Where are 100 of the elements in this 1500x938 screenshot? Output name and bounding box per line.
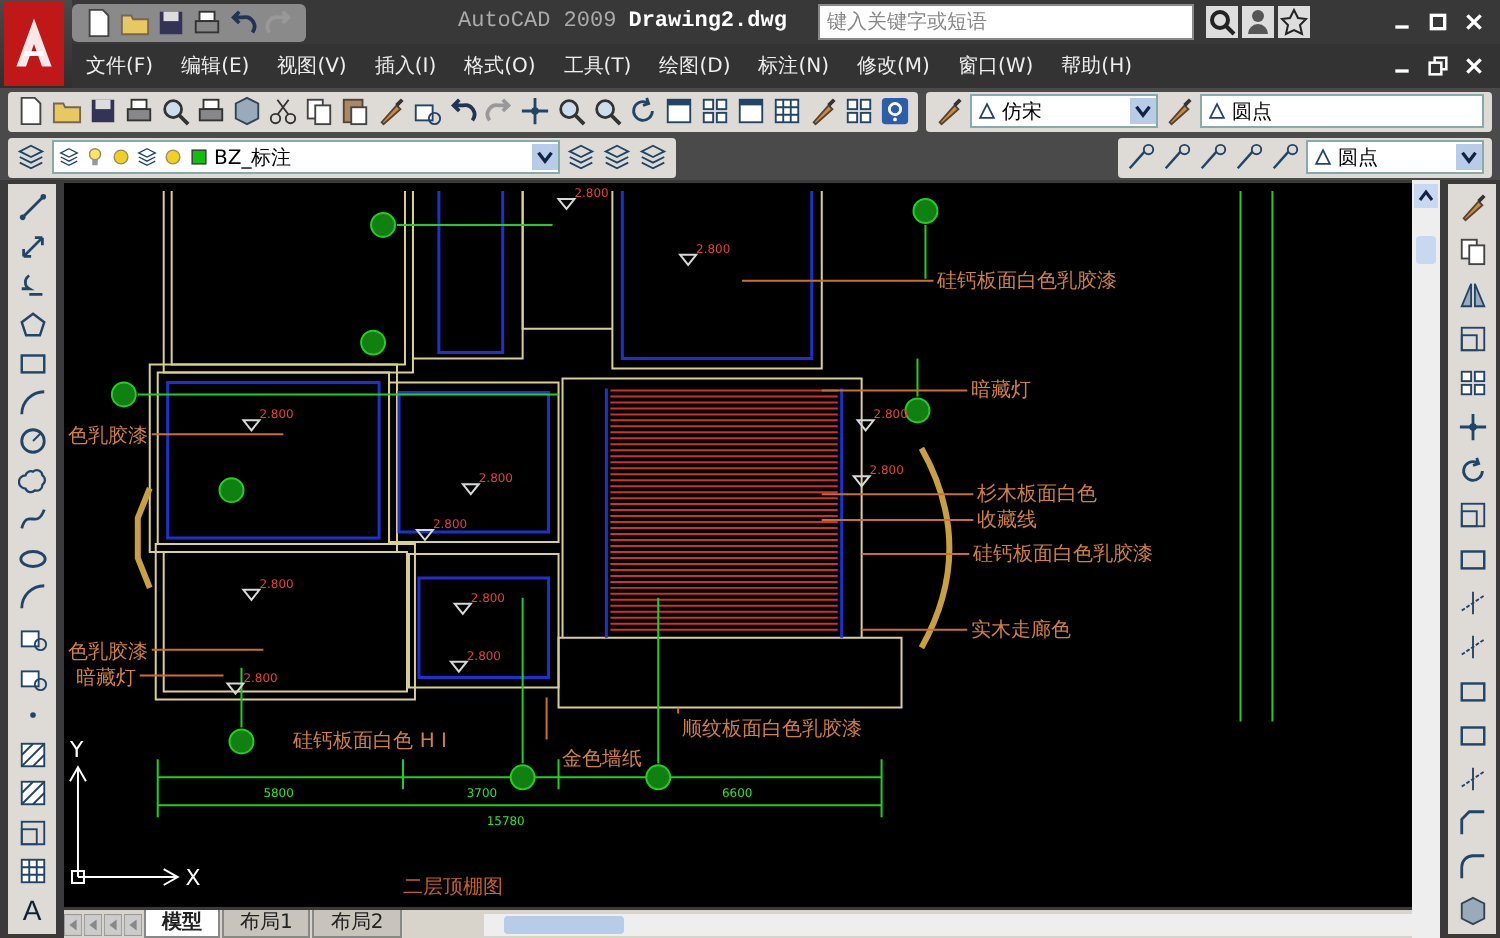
star-icon[interactable] — [1278, 6, 1311, 38]
scrollbar-thumb[interactable] — [1416, 236, 1436, 264]
scale-icon[interactable] — [17, 817, 47, 848]
mirror-icon[interactable] — [1457, 280, 1487, 310]
leader-icon[interactable] — [1198, 142, 1228, 172]
grid-icon[interactable] — [844, 96, 874, 126]
copy-icon[interactable] — [304, 96, 334, 126]
page-icon[interactable] — [84, 7, 114, 37]
menu-item[interactable]: 视图(V) — [263, 52, 361, 80]
leader-icon[interactable] — [1126, 142, 1156, 172]
copy-icon[interactable] — [1457, 236, 1487, 266]
rectangle-icon[interactable] — [1457, 676, 1487, 706]
scale-icon[interactable] — [1457, 500, 1487, 530]
horizontal-scrollbar[interactable] — [483, 913, 1412, 935]
layout-tab[interactable]: 模型 — [144, 910, 220, 938]
restore-icon[interactable] — [1428, 56, 1448, 76]
menu-item[interactable]: 标注(N) — [744, 52, 844, 80]
layout-tab[interactable]: 布局1 — [222, 910, 311, 938]
menu-item[interactable]: 窗口(W) — [943, 52, 1048, 80]
scale-icon[interactable] — [1457, 324, 1487, 354]
cube-icon[interactable] — [1457, 896, 1487, 926]
layers-icon[interactable] — [16, 142, 46, 172]
leader-icon[interactable] — [1234, 142, 1264, 172]
layout-tab[interactable]: 布局2 — [312, 910, 402, 938]
magnifier-icon[interactable] — [556, 96, 586, 126]
menu-item[interactable]: 文件(F) — [72, 52, 168, 80]
polyline-icon[interactable] — [17, 270, 47, 301]
move-icon[interactable] — [1457, 412, 1487, 442]
leader-icon[interactable] — [1162, 142, 1192, 172]
move-icon[interactable] — [520, 96, 550, 126]
arc-icon[interactable] — [17, 387, 47, 418]
undo-icon[interactable] — [228, 7, 258, 37]
undo-icon[interactable] — [448, 96, 478, 126]
ucs-axis-icon — [69, 765, 180, 886]
clipboard-icon[interactable] — [340, 96, 370, 126]
multileader-style-dropdown[interactable]: 圆点 — [1306, 140, 1484, 174]
paintbrush-icon[interactable] — [376, 96, 406, 126]
paintbrush-icon[interactable] — [808, 96, 838, 126]
cube-icon[interactable] — [232, 96, 262, 126]
menu-item[interactable]: 绘图(D) — [645, 52, 745, 80]
line-icon[interactable] — [17, 192, 47, 222]
hatch-icon[interactable] — [17, 778, 47, 809]
window-icon[interactable] — [664, 96, 694, 126]
chamfer-icon[interactable] — [1457, 808, 1487, 838]
grid-icon[interactable] — [700, 96, 730, 126]
pentagon-icon[interactable] — [17, 309, 47, 340]
paintbrush-icon[interactable] — [1457, 192, 1487, 222]
table-icon[interactable] — [17, 856, 47, 887]
vertical-scrollbar[interactable] — [1412, 180, 1440, 938]
trim-icon[interactable] — [1457, 764, 1487, 794]
search-icon[interactable] — [1206, 6, 1239, 38]
menu-item[interactable]: 编辑(E) — [167, 52, 264, 80]
application-logo[interactable] — [4, 2, 64, 86]
cloud-icon[interactable] — [17, 465, 47, 496]
scissors-icon[interactable] — [268, 96, 298, 126]
scrollbar-thumb[interactable] — [503, 915, 624, 933]
text-style-dropdown[interactable]: 仿宋 — [970, 94, 1158, 128]
rotate-icon[interactable] — [1457, 456, 1487, 486]
fillet-icon[interactable] — [1457, 852, 1487, 882]
trim-icon[interactable] — [1457, 632, 1487, 662]
rectangle-icon[interactable] — [1457, 720, 1487, 750]
layer-dropdown[interactable]: BZ_标注 — [52, 140, 560, 174]
rectangle-icon[interactable] — [17, 348, 47, 379]
close-icon[interactable] — [1464, 12, 1484, 32]
circle-icon[interactable] — [17, 426, 47, 457]
hatch-icon[interactable] — [17, 739, 47, 770]
maximize-icon[interactable] — [1428, 12, 1448, 32]
layers-icon[interactable] — [602, 142, 632, 172]
magnifier-icon[interactable] — [160, 96, 190, 126]
table-icon[interactable] — [772, 96, 802, 126]
window-icon[interactable] — [736, 96, 766, 126]
paintbrush-icon[interactable] — [1164, 96, 1194, 126]
menu-item[interactable]: 工具(T) — [549, 52, 646, 80]
trim-icon[interactable] — [1457, 588, 1487, 618]
menu-item[interactable]: 插入(I) — [360, 52, 451, 80]
multiline-text-tool[interactable]: A — [22, 895, 42, 926]
grid-icon[interactable] — [1457, 368, 1487, 398]
printer-icon[interactable] — [196, 96, 226, 126]
layers-icon[interactable] — [638, 142, 668, 172]
close-icon[interactable] — [1464, 56, 1484, 76]
menu-item[interactable]: 修改(M) — [843, 52, 944, 80]
person-icon[interactable] — [1242, 6, 1275, 38]
dimension-style-dropdown[interactable]: 圆点 — [1200, 94, 1484, 128]
drawing-annotation: 杉木板面白色 — [977, 484, 1098, 507]
paintbrush-icon[interactable] — [934, 96, 964, 126]
rotate-icon[interactable] — [628, 96, 658, 126]
double-arrow-line-icon[interactable] — [17, 231, 47, 262]
printer-icon[interactable] — [124, 96, 154, 126]
magnifier-icon[interactable] — [592, 96, 622, 126]
curve-icon[interactable] — [17, 504, 47, 535]
layers-icon[interactable] — [566, 142, 596, 172]
search-field[interactable]: 键入关键字或短语 — [818, 4, 1195, 40]
menu-item[interactable]: 帮助(H) — [1047, 52, 1146, 80]
menu-item[interactable]: 格式(O) — [450, 52, 550, 80]
printer-icon[interactable] — [192, 7, 222, 37]
leader-icon[interactable] — [1270, 142, 1300, 172]
page-icon[interactable] — [16, 96, 46, 126]
rectangle-icon[interactable] — [1457, 544, 1487, 574]
help-icon[interactable] — [880, 96, 910, 126]
arc-icon[interactable] — [17, 582, 47, 613]
